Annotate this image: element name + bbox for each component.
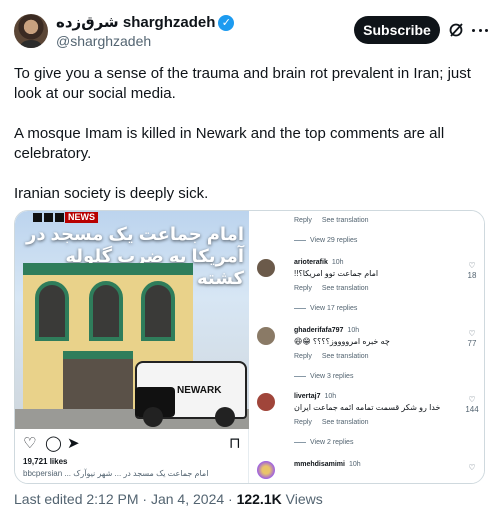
commenter-avatar xyxy=(257,259,275,277)
bbc-logo xyxy=(33,213,64,223)
see-translation-link: See translation xyxy=(321,217,369,224)
commenter-avatar xyxy=(257,327,275,345)
comment-text: چه خبره امرووووز؟؟؟؟ 😁😆 xyxy=(294,337,390,346)
comment-like: ♡ 144 xyxy=(465,395,479,414)
mosque-roof-trim xyxy=(23,263,193,275)
view-count: 122.1K xyxy=(236,491,282,507)
comment-actions: Reply See translation xyxy=(294,419,377,426)
comment-time: 10h xyxy=(348,461,361,468)
comment-like-count: 144 xyxy=(465,405,479,414)
tweet-paragraph: To give you a sense of the trauma and br… xyxy=(14,65,471,102)
comment-time: 10h xyxy=(324,393,337,400)
instagram-post: NEWS امام جماعت یک مسجد در آمریکا به ضرب… xyxy=(15,211,250,483)
see-translation-link: See translation xyxy=(321,285,369,292)
comment-time: 10h xyxy=(331,259,344,266)
comment-icon: ◯ xyxy=(45,435,62,452)
tweet-header: شرق‌زده sharghzadeh ✓ @sharghzadeh Subsc… xyxy=(14,12,488,52)
instagram-likes: 19,721 likes xyxy=(23,457,68,466)
commenter-name: ghaderifafa797 10h xyxy=(294,327,360,334)
view-replies: View 17 replies xyxy=(294,305,357,312)
mosque-window xyxy=(89,281,123,341)
author-handle[interactable]: @sharghzadeh xyxy=(56,32,234,50)
comment-actions: Reply See translation xyxy=(294,285,377,292)
police-car-label: NEWARK xyxy=(177,385,222,396)
see-translation-link: See translation xyxy=(321,353,369,360)
reply-link: Reply xyxy=(294,285,312,292)
tweet-paragraph: Iranian society is deeply sick. xyxy=(14,185,209,202)
comment-time: 10h xyxy=(347,327,360,334)
see-translation-link: See translation xyxy=(321,419,369,426)
tweet-media-image[interactable]: NEWS امام جماعت یک مسجد در آمریکا به ضرب… xyxy=(14,210,485,484)
author-avatar[interactable] xyxy=(14,14,48,48)
commenter-avatar xyxy=(257,393,275,411)
comment-like-count: 77 xyxy=(467,339,477,348)
heart-icon: ♡ xyxy=(23,435,37,452)
mosque-window xyxy=(35,281,69,341)
commenter-name: mmehdisamimi 10h xyxy=(294,461,361,468)
author-names: شرق‌زده sharghzadeh ✓ @sharghzadeh xyxy=(56,14,235,50)
comment-like: ♡ xyxy=(468,463,476,472)
mosque-entrance xyxy=(63,351,133,413)
tweet-timestamp[interactable]: Last edited 2:12 PM · Jan 4, 2024 · 122.… xyxy=(14,490,323,508)
share-icon: ➤ xyxy=(67,435,80,452)
views-label: Views xyxy=(281,491,323,507)
reply-link: Reply xyxy=(294,419,312,426)
more-options-icon[interactable] xyxy=(472,22,488,38)
view-replies: View 3 replies xyxy=(294,373,353,380)
reply-link: Reply xyxy=(294,353,312,360)
tweet-paragraph: A mosque Imam is killed in Newark and th… xyxy=(14,125,445,162)
instagram-caption: bbcpersian ... امام جماعت یک مسجد در ...… xyxy=(23,469,209,478)
commenter-name: arioterafik 10h xyxy=(294,259,344,266)
bbc-news-label: NEWS xyxy=(65,212,98,223)
comment-actions: Reply See translation xyxy=(294,353,377,360)
comment-like-count: 18 xyxy=(467,271,477,280)
mosque-window xyxy=(141,281,175,341)
comment-like: ♡ 18 xyxy=(467,261,477,280)
reply-link: Reply xyxy=(294,217,312,224)
commenter-name: livertaj7 10h xyxy=(294,393,337,400)
subscribe-button[interactable]: Subscribe xyxy=(354,16,440,44)
mosque-photo: NEWS امام جماعت یک مسجد در آمریکا به ضرب… xyxy=(15,211,250,429)
view-replies: View 2 replies xyxy=(294,439,353,446)
author-display-name[interactable]: شرق‌زده sharghzadeh ✓ xyxy=(56,14,235,32)
tweet-text: To give you a sense of the trauma and br… xyxy=(14,64,490,224)
edited-timestamp[interactable]: Last edited 2:12 PM · Jan 4, 2024 · xyxy=(14,491,237,507)
instagram-comments: Reply See translation View 29 replies ar… xyxy=(249,211,484,483)
commenter-avatar xyxy=(257,461,275,479)
view-replies: View 29 replies xyxy=(294,237,357,244)
bookmark-icon: ⊓ xyxy=(229,435,241,452)
comment-text: خدا رو شکر قسمت تمامه ائمه جماعت ایران xyxy=(294,403,441,412)
grok-icon[interactable] xyxy=(448,22,464,38)
instagram-actions: ♡ ◯ ➤ ⊓ xyxy=(23,435,245,453)
comment-actions: Reply See translation xyxy=(294,217,377,224)
comment-like: ♡ 77 xyxy=(467,329,477,348)
author-display-name-text[interactable]: شرق‌زده sharghzadeh xyxy=(56,14,215,32)
comment-text: امام جماعت توو امریکا؟!! xyxy=(294,269,379,278)
police-car: NEWARK xyxy=(135,361,247,427)
verified-badge-icon: ✓ xyxy=(218,15,235,31)
